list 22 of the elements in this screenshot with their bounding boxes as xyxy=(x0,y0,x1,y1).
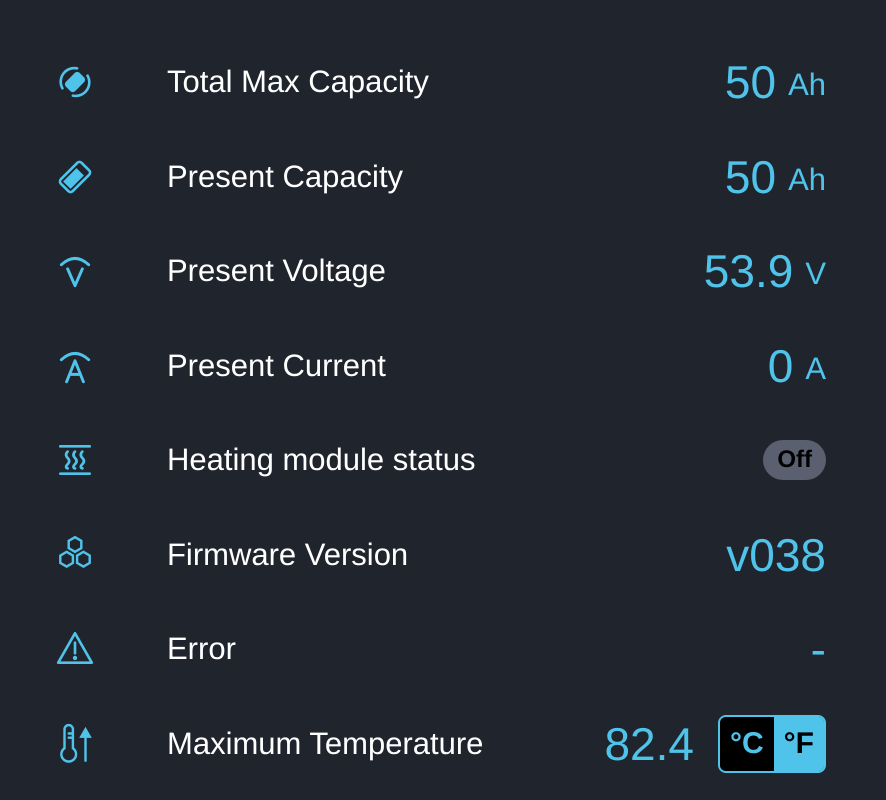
value: 0 xyxy=(768,342,794,389)
row-label: Present Voltage xyxy=(167,253,387,290)
unit: Ah xyxy=(788,162,826,198)
unit: Ah xyxy=(788,67,826,104)
row-label: Error xyxy=(167,631,237,668)
row-label: Heating module status xyxy=(167,442,476,478)
status-badge: Off xyxy=(763,440,826,480)
unit: A xyxy=(805,350,826,387)
row-label: Maximum Temperature xyxy=(167,726,484,762)
row-label: Firmware Version xyxy=(167,536,410,573)
row-label: Present Capacity xyxy=(167,158,404,195)
value: 50 xyxy=(724,154,776,200)
row-label: Present Current xyxy=(167,348,387,384)
unit-option[interactable]: °F xyxy=(774,716,824,771)
value: 82.4 xyxy=(604,720,694,767)
unit: V xyxy=(805,256,826,292)
unit-option[interactable]: °C xyxy=(720,716,774,771)
value: 50 xyxy=(724,59,776,106)
value: 53.9 xyxy=(704,248,794,294)
value: - xyxy=(810,626,826,672)
value: v038 xyxy=(726,532,826,578)
row-label: Total Max Capacity xyxy=(167,64,430,100)
